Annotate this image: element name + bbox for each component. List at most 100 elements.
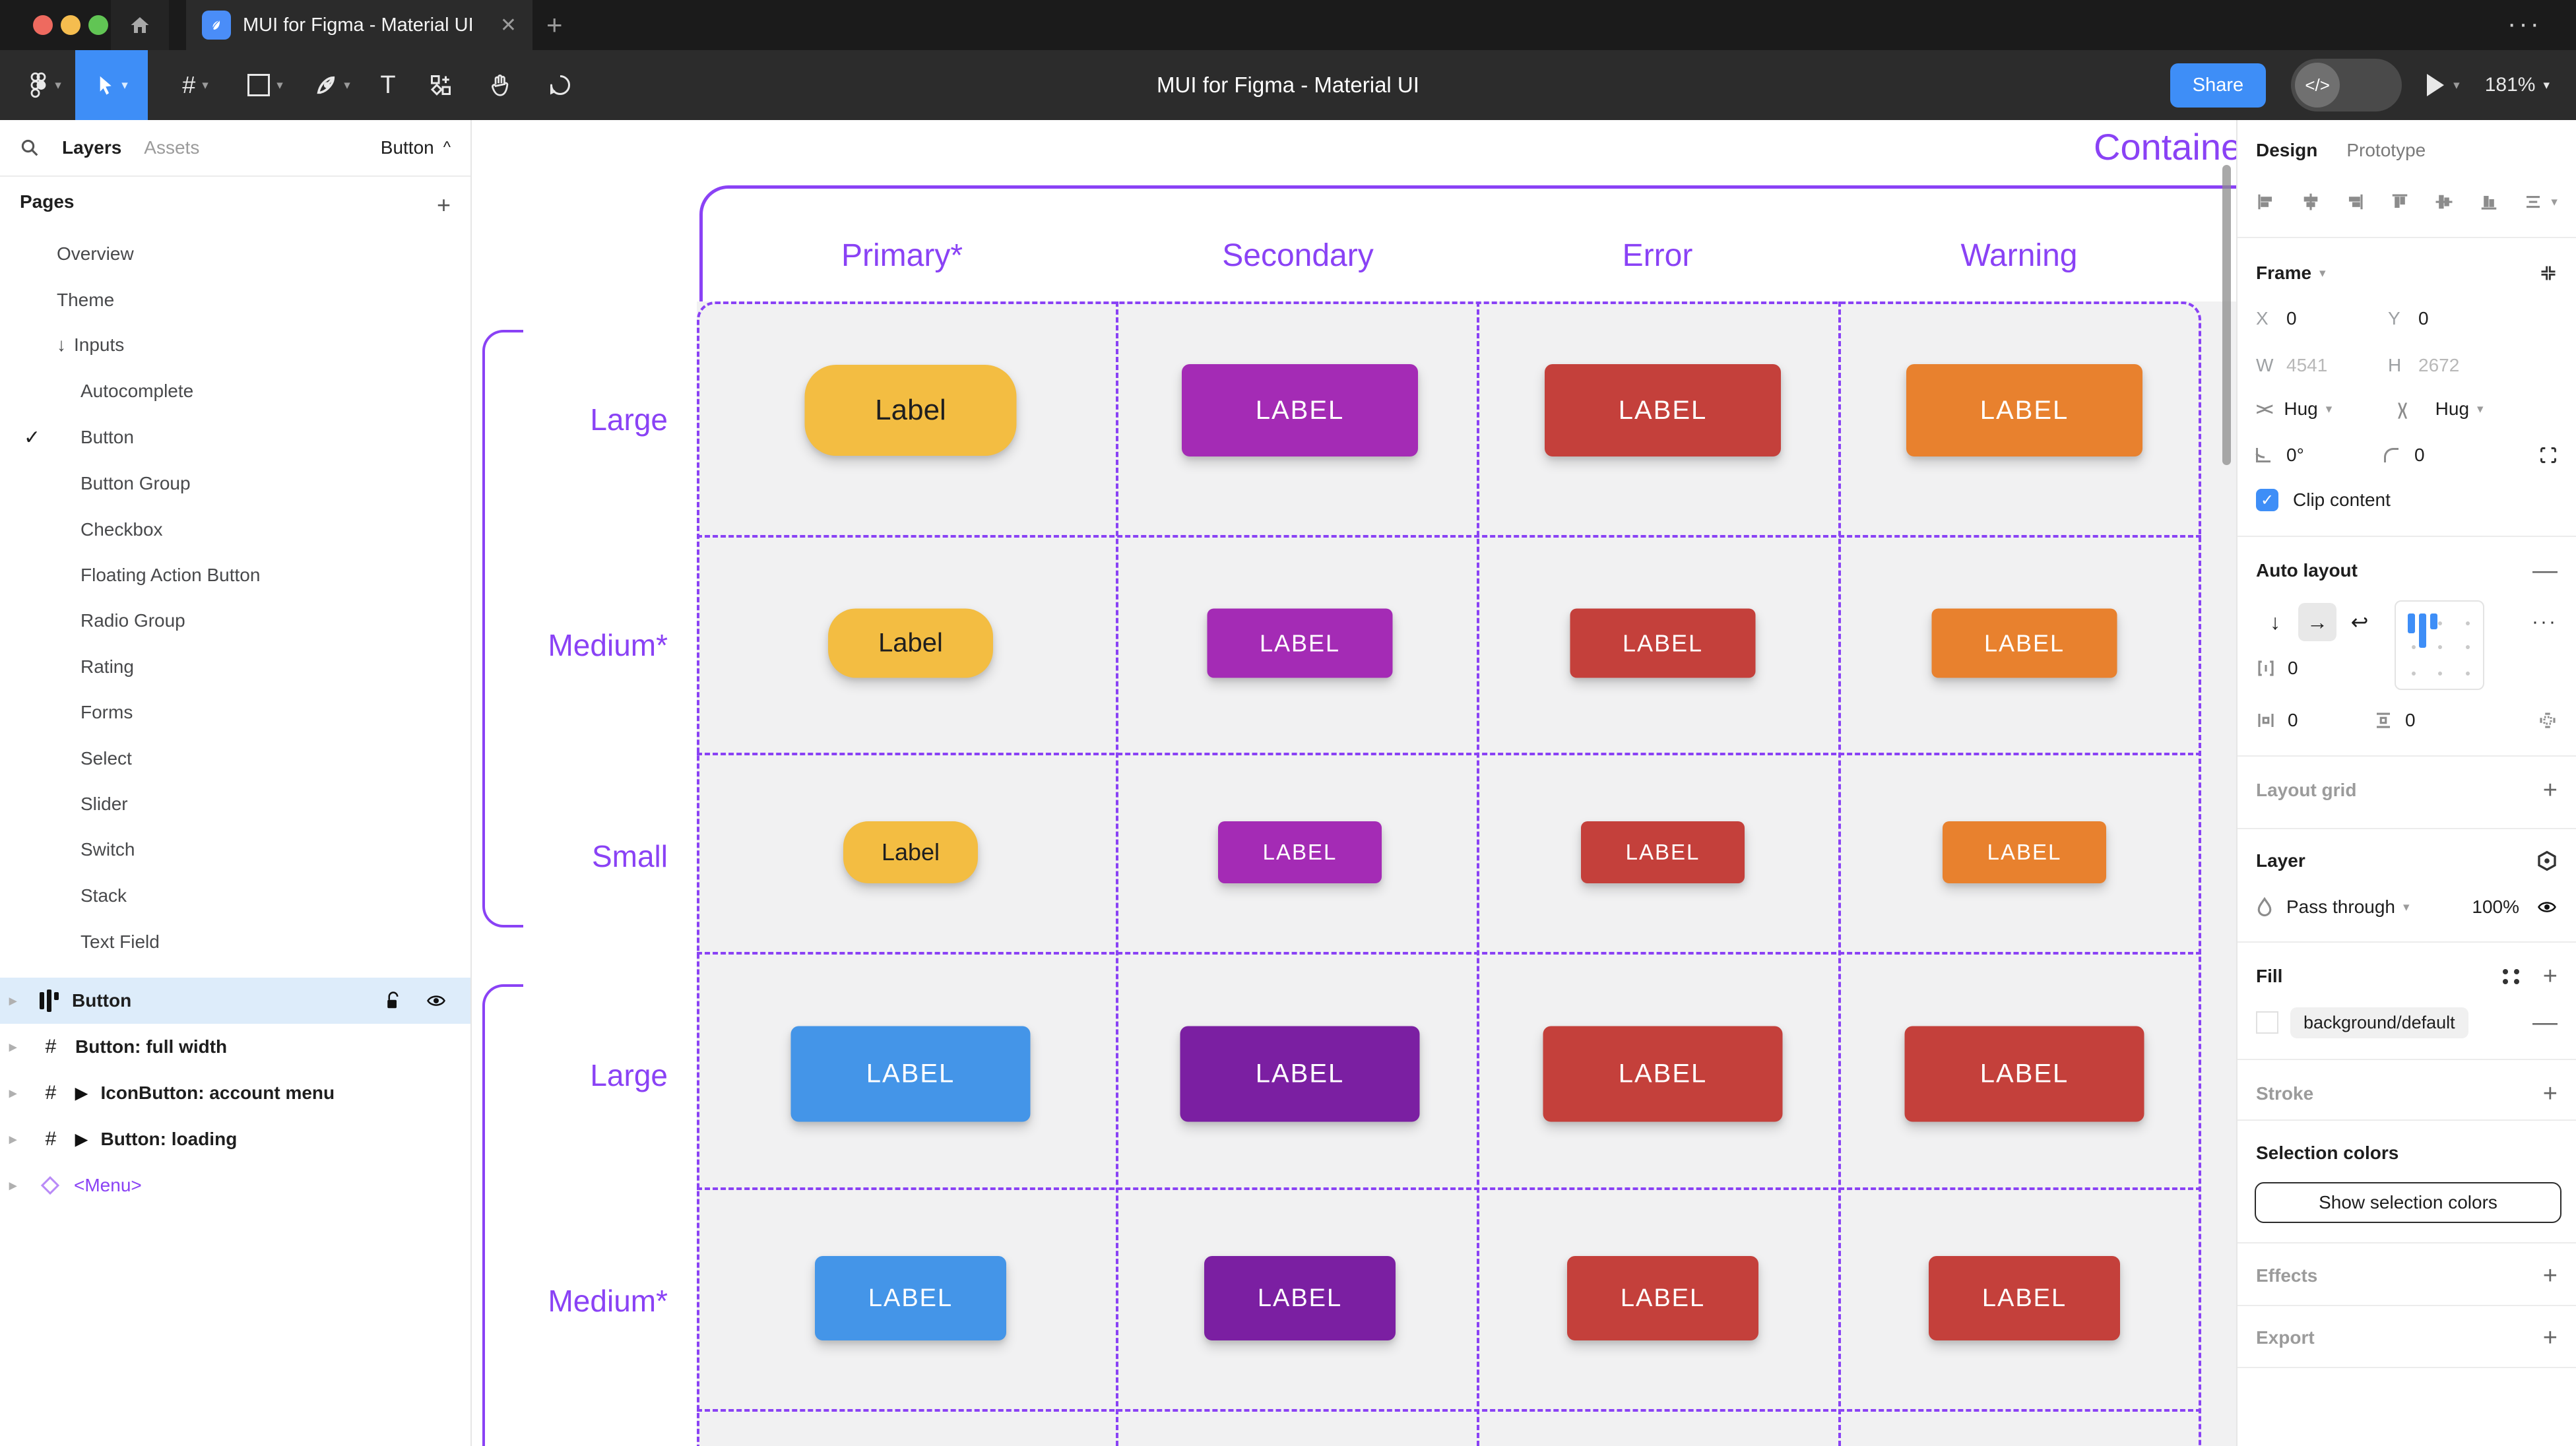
share-button[interactable]: Share <box>2170 63 2266 108</box>
layer-row-iconbutton-account-menu[interactable]: ▸ # ▶ IconButton: account menu <box>0 1070 470 1116</box>
unlock-icon[interactable] <box>385 991 402 1011</box>
page-item-select[interactable]: Select <box>0 736 470 781</box>
page-selector[interactable]: Button ^ <box>381 137 451 158</box>
canvas-button-large-secondary[interactable]: LABEL <box>1182 364 1418 456</box>
canvas-button-medium2-warning[interactable]: LABEL <box>1929 1256 2120 1340</box>
hug-horizontal-select[interactable]: Hug <box>2284 398 2317 420</box>
layer-visibility-eye-icon[interactable] <box>2536 897 2558 917</box>
direction-wrap-button[interactable]: ↩ <box>2340 603 2379 641</box>
column-header-warning[interactable]: Warning <box>1961 237 2078 274</box>
stroke-section-header[interactable]: Stroke <box>2256 1083 2313 1104</box>
canvas-button-large-warning[interactable]: LABEL <box>1906 364 2142 456</box>
fill-token-chip[interactable]: background/default <box>2290 1007 2468 1038</box>
home-tab[interactable] <box>111 0 169 50</box>
canvas-button-medium-warning[interactable]: LABEL <box>1932 609 2117 678</box>
page-item-button[interactable]: ✓Button <box>0 415 470 460</box>
comment-tool-button[interactable] <box>531 50 590 120</box>
align-horizontal-center-icon[interactable] <box>2301 192 2321 212</box>
y-input[interactable]: 0 <box>2418 308 2429 329</box>
canvas-button-medium2-primary[interactable]: LABEL <box>815 1256 1006 1340</box>
eye-icon[interactable] <box>426 991 447 1011</box>
page-item-text-field[interactable]: Text Field <box>0 920 470 964</box>
canvas-button-medium-error[interactable]: LABEL <box>1570 609 1756 678</box>
add-stroke-button[interactable]: + <box>2543 1080 2558 1108</box>
move-tool-button[interactable]: ▾ <box>75 50 148 120</box>
align-bottom-icon[interactable] <box>2479 192 2499 212</box>
canvas-button-large2-error[interactable]: LABEL <box>1543 1026 1783 1122</box>
tab-close-icon[interactable]: ✕ <box>500 14 517 37</box>
tab-assets[interactable]: Assets <box>144 137 199 158</box>
canvas-button-small-primary[interactable]: Label <box>843 821 978 883</box>
page-item-rating[interactable]: Rating <box>0 644 470 689</box>
page-item-button-group[interactable]: Button Group <box>0 461 470 506</box>
clip-content-row[interactable]: ✓ Clip content <box>2238 482 2576 519</box>
new-tab-button[interactable]: + <box>546 9 563 41</box>
gap-input[interactable]: 0 <box>2288 658 2298 679</box>
zoom-level-select[interactable]: 181% ▾ <box>2485 74 2550 96</box>
canvas-button-medium2-error[interactable]: LABEL <box>1567 1256 1758 1340</box>
canvas-button-small-secondary[interactable]: LABEL <box>1218 821 1382 883</box>
canvas-button-large-error[interactable]: LABEL <box>1545 364 1781 456</box>
canvas-button-small-warning[interactable]: LABEL <box>1943 821 2106 883</box>
frame-tool-button[interactable]: #▾ <box>162 50 228 120</box>
fill-styles-icon[interactable] <box>2503 969 2521 984</box>
blend-mode-icon[interactable] <box>2536 850 2558 871</box>
dev-mode-toggle[interactable]: </> <box>2291 59 2402 111</box>
actions-tool-button[interactable] <box>414 50 467 120</box>
layout-grid-section-header[interactable]: Layout grid <box>2256 780 2356 801</box>
show-selection-colors-button[interactable]: Show selection colors <box>2255 1182 2561 1223</box>
page-item-autocomplete[interactable]: Autocomplete <box>0 369 470 414</box>
page-item-radio-group[interactable]: Radio Group <box>0 598 470 643</box>
column-header-error[interactable]: Error <box>1623 237 1693 274</box>
auto-layout-more-button[interactable]: ··· <box>2532 611 2558 633</box>
canvas-button-medium2-secondary[interactable]: LABEL <box>1204 1256 1396 1340</box>
height-input[interactable]: 2672 <box>2418 355 2459 376</box>
vertical-padding-input[interactable]: 0 <box>2405 710 2416 731</box>
x-input[interactable]: 0 <box>2286 308 2388 329</box>
page-item-forms[interactable]: Forms <box>0 690 470 735</box>
direction-right-button[interactable]: → <box>2298 603 2336 641</box>
add-layout-grid-button[interactable]: + <box>2543 776 2558 805</box>
page-item-stack[interactable]: Stack <box>0 873 470 918</box>
align-top-icon[interactable] <box>2390 192 2410 212</box>
add-page-button[interactable]: + <box>437 191 451 219</box>
fill-row[interactable]: background/default — <box>2238 1004 2576 1041</box>
column-header-primary[interactable]: Primary* <box>841 237 963 274</box>
direction-down-button[interactable]: ↓ <box>2256 603 2294 641</box>
design-canvas[interactable]: Contained Primary* Secondary Error Warni… <box>472 120 2236 1446</box>
layer-row-button-loading[interactable]: ▸ # ▶ Button: loading <box>0 1116 470 1162</box>
page-item-theme[interactable]: Theme <box>0 278 470 323</box>
shape-tool-button[interactable]: ▾ <box>232 50 298 120</box>
frame-section-header[interactable]: Frame <box>2256 263 2311 284</box>
align-left-icon[interactable] <box>2256 192 2276 212</box>
canvas-frame-title[interactable]: Contained <box>2094 125 2236 168</box>
add-fill-button[interactable]: + <box>2543 962 2558 991</box>
canvas-button-medium-secondary[interactable]: LABEL <box>1208 609 1393 678</box>
align-vertical-center-icon[interactable] <box>2434 192 2454 212</box>
tab-prototype[interactable]: Prototype <box>2346 140 2426 161</box>
window-zoom-button[interactable] <box>88 15 108 35</box>
remove-auto-layout-button[interactable]: — <box>2532 557 2558 585</box>
titlebar-more-icon[interactable]: ··· <box>2507 9 2542 39</box>
canvas-button-large2-warning[interactable]: LABEL <box>1905 1026 2144 1122</box>
effects-section-header[interactable]: Effects <box>2256 1265 2317 1286</box>
window-minimize-button[interactable] <box>61 15 80 35</box>
fill-color-swatch[interactable] <box>2256 1011 2278 1034</box>
remove-fill-button[interactable]: — <box>2532 1009 2558 1037</box>
individual-padding-icon[interactable] <box>2538 710 2558 730</box>
clip-content-checkbox[interactable]: ✓ <box>2256 489 2278 511</box>
page-item-slider[interactable]: Slider <box>0 782 470 827</box>
horizontal-padding-input[interactable]: 0 <box>2288 710 2373 731</box>
opacity-input[interactable]: 100% <box>2472 896 2519 918</box>
auto-layout-section-header[interactable]: Auto layout <box>2256 560 2358 581</box>
corner-radius-input[interactable]: 0 <box>2414 445 2425 466</box>
width-input[interactable]: 4541 <box>2286 355 2388 376</box>
hand-tool-button[interactable] <box>472 50 528 120</box>
add-export-button[interactable]: + <box>2543 1324 2558 1352</box>
layer-row-button-full-width[interactable]: ▸ # Button: full width <box>0 1024 470 1070</box>
collapse-icon[interactable] <box>2539 264 2558 282</box>
layer-row-button[interactable]: ▸ Button <box>0 978 470 1024</box>
page-item-fab[interactable]: Floating Action Button <box>0 553 470 598</box>
add-effect-button[interactable]: + <box>2543 1262 2558 1290</box>
hug-vertical-select[interactable]: Hug <box>2435 398 2469 420</box>
